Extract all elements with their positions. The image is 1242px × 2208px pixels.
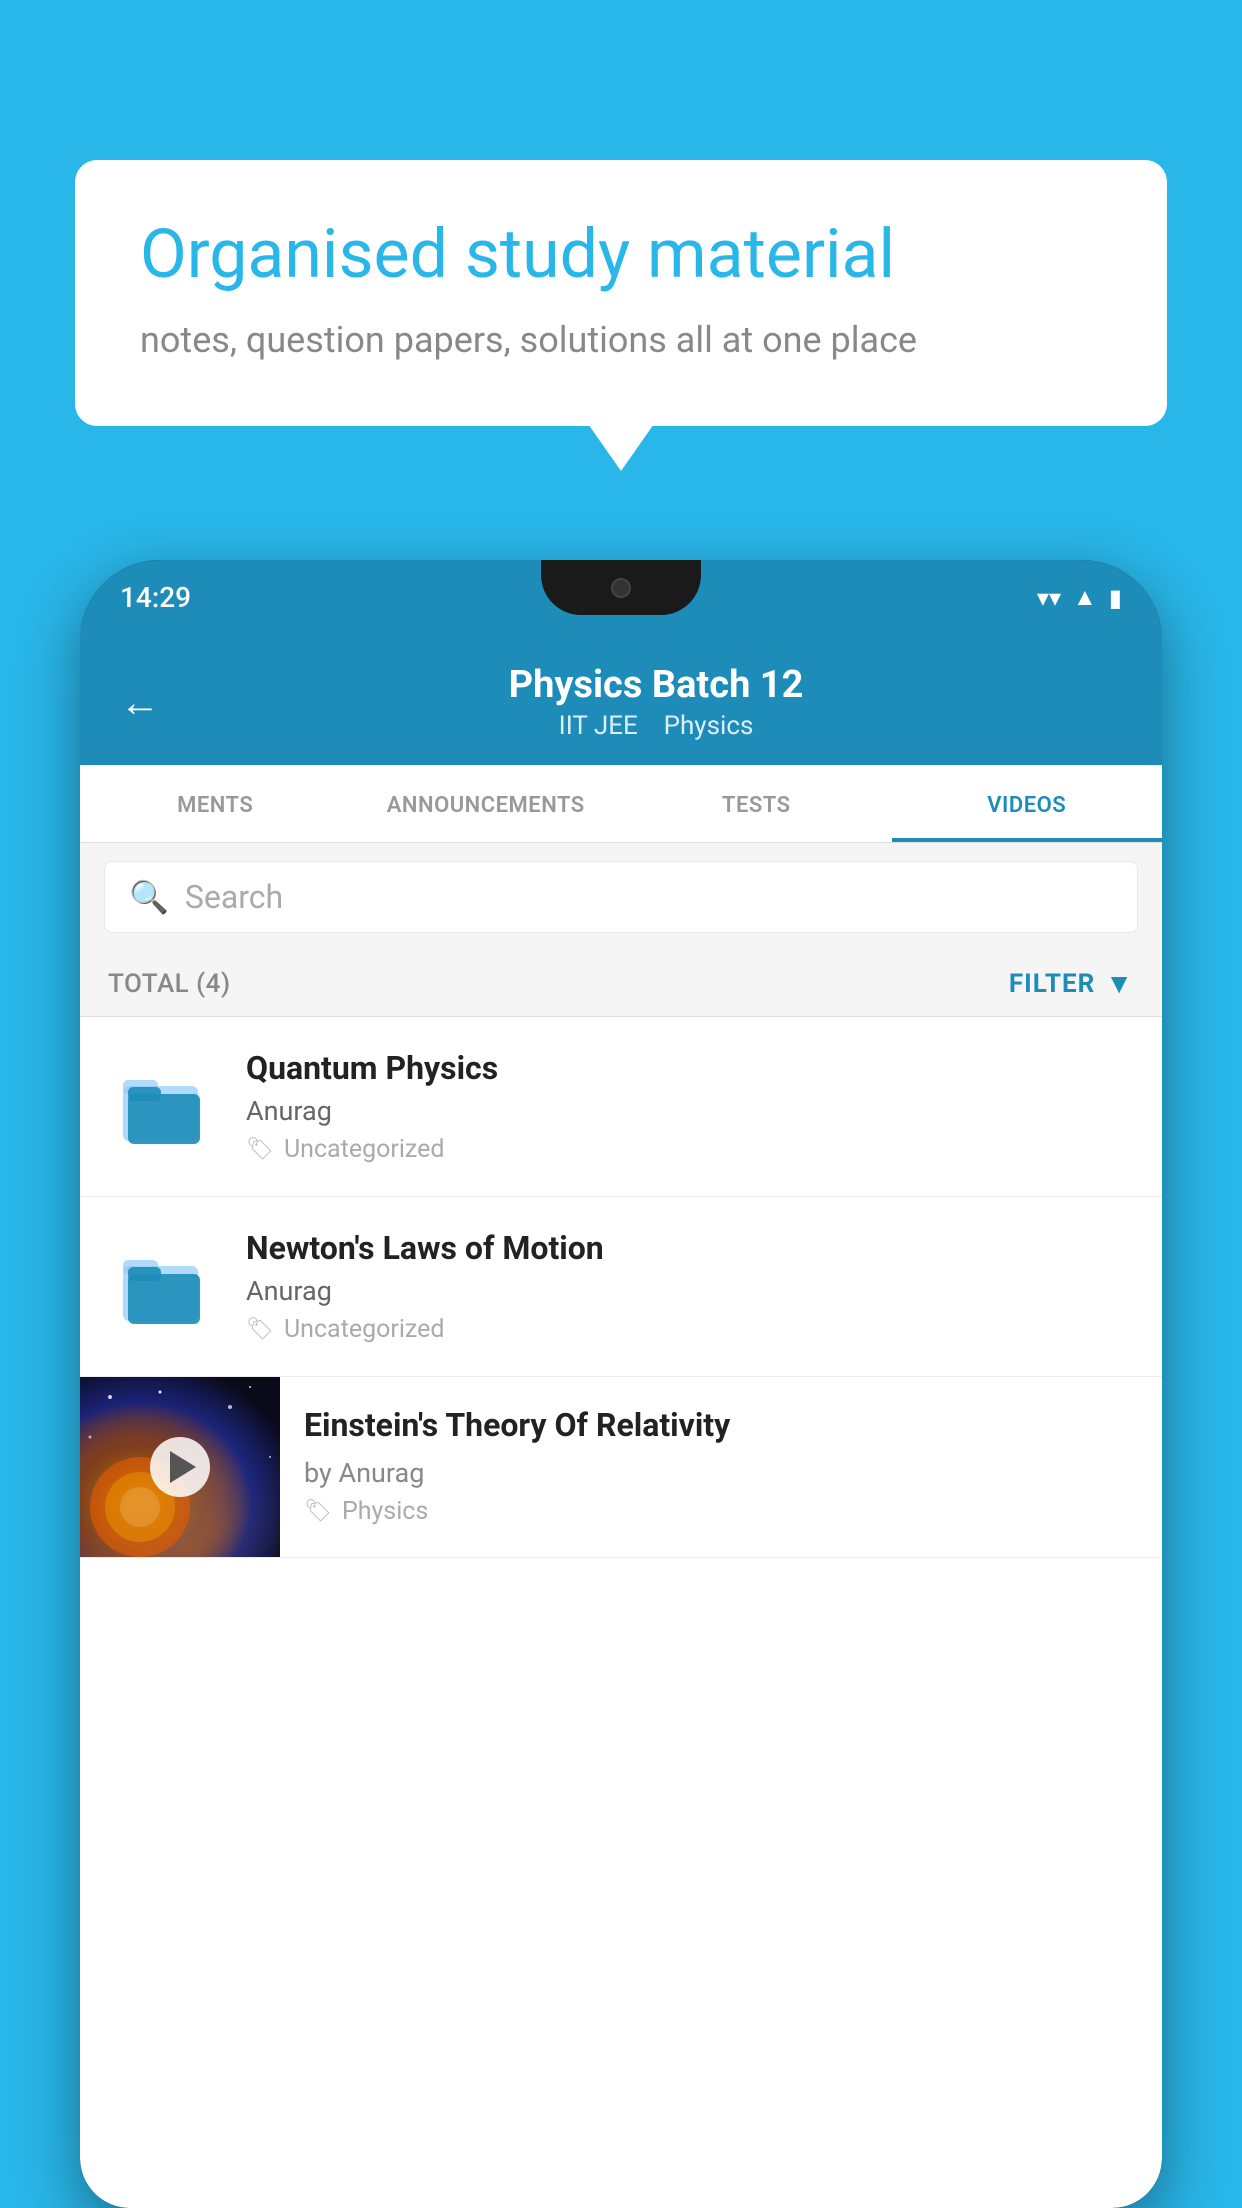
filter-icon: ▼ xyxy=(1105,967,1134,1000)
speech-bubble-section: Organised study material notes, question… xyxy=(75,160,1167,426)
item-author: Anurag xyxy=(246,1095,1134,1127)
wifi-icon: ▾▾ xyxy=(1037,584,1061,612)
item-author: Anurag xyxy=(246,1275,1134,1307)
search-icon: 🔍 xyxy=(129,878,169,916)
item-title: Newton's Laws of Motion xyxy=(246,1229,1134,1267)
search-container: 🔍 Search xyxy=(80,843,1162,951)
play-triangle xyxy=(170,1451,196,1483)
filter-button[interactable]: FILTER ▼ xyxy=(1009,967,1134,1000)
phone-screen: ← Physics Batch 12 IIT JEE Physics MENTS… xyxy=(80,635,1162,2208)
tag-icon: 🏷 xyxy=(304,1499,332,1524)
phone-frame: 14:29 ▾▾ ▲ ▮ ← Physics Batch 12 IIT JEE … xyxy=(80,560,1162,2208)
tab-bar: MENTS ANNOUNCEMENTS TESTS VIDEOS xyxy=(80,765,1162,843)
bubble-subtext: notes, question papers, solutions all at… xyxy=(140,315,1102,365)
tag-icon: 🏷 xyxy=(246,1137,274,1162)
camera xyxy=(611,578,631,598)
video-list: Quantum Physics Anurag 🏷 Uncategorized xyxy=(80,1017,1162,1558)
tab-videos[interactable]: VIDEOS xyxy=(892,765,1163,842)
header-title-area: Physics Batch 12 IIT JEE Physics xyxy=(190,663,1122,741)
filter-label: FILTER xyxy=(1009,969,1095,999)
item-tag: 🏷 Physics xyxy=(304,1497,1138,1526)
item-title: Quantum Physics xyxy=(246,1049,1134,1087)
notch xyxy=(541,560,701,615)
signal-icon: ▲ xyxy=(1073,583,1097,612)
list-item[interactable]: Quantum Physics Anurag 🏷 Uncategorized xyxy=(80,1017,1162,1197)
subtitle-physics: Physics xyxy=(664,711,754,741)
filter-bar: TOTAL (4) FILTER ▼ xyxy=(80,951,1162,1017)
tag-label: Uncategorized xyxy=(284,1135,445,1164)
tag-label: Physics xyxy=(342,1497,428,1526)
item-title: Einstein's Theory Of Relativity xyxy=(304,1405,1138,1447)
total-count: TOTAL (4) xyxy=(108,969,231,999)
item-thumbnail xyxy=(108,1232,218,1342)
speech-bubble-card: Organised study material notes, question… xyxy=(75,160,1167,426)
tab-ments[interactable]: MENTS xyxy=(80,765,351,842)
battery-icon: ▮ xyxy=(1109,584,1122,612)
tag-icon: 🏷 xyxy=(246,1317,274,1342)
einstein-thumbnail xyxy=(80,1377,280,1557)
tag-label: Uncategorized xyxy=(284,1315,445,1344)
item-info: Einstein's Theory Of Relativity by Anura… xyxy=(280,1377,1162,1546)
item-info: Newton's Laws of Motion Anurag 🏷 Uncateg… xyxy=(246,1229,1134,1344)
app-header: ← Physics Batch 12 IIT JEE Physics xyxy=(80,635,1162,765)
folder-icon xyxy=(118,1244,208,1329)
subtitle-iit: IIT JEE xyxy=(559,711,638,741)
list-item[interactable]: Newton's Laws of Motion Anurag 🏷 Uncateg… xyxy=(80,1197,1162,1377)
folder-icon xyxy=(118,1064,208,1149)
status-icons: ▾▾ ▲ ▮ xyxy=(1037,583,1122,612)
batch-subtitle: IIT JEE Physics xyxy=(190,711,1122,741)
item-tag: 🏷 Uncategorized xyxy=(246,1315,1134,1344)
item-author: by Anurag xyxy=(304,1457,1138,1489)
item-thumbnail xyxy=(108,1052,218,1162)
status-time: 14:29 xyxy=(120,581,191,614)
bubble-heading: Organised study material xyxy=(140,215,1102,293)
play-button[interactable] xyxy=(150,1437,210,1497)
item-info: Quantum Physics Anurag 🏷 Uncategorized xyxy=(246,1049,1134,1164)
tab-tests[interactable]: TESTS xyxy=(621,765,892,842)
item-tag: 🏷 Uncategorized xyxy=(246,1135,1134,1164)
search-bar[interactable]: 🔍 Search xyxy=(104,861,1138,933)
batch-title: Physics Batch 12 xyxy=(190,663,1122,707)
search-placeholder: Search xyxy=(185,878,283,916)
back-button[interactable]: ← xyxy=(120,679,160,726)
status-bar: 14:29 ▾▾ ▲ ▮ xyxy=(80,560,1162,635)
tab-announcements[interactable]: ANNOUNCEMENTS xyxy=(351,765,622,842)
list-item[interactable]: Einstein's Theory Of Relativity by Anura… xyxy=(80,1377,1162,1558)
